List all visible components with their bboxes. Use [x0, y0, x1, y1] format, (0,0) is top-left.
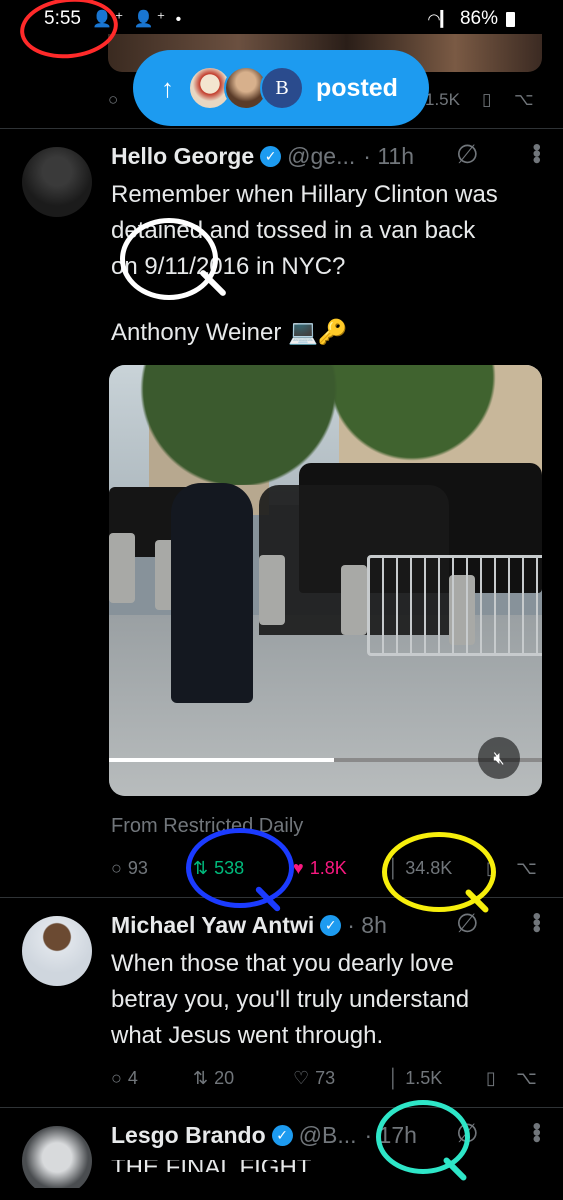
grok-icon[interactable]: ∅: [456, 139, 479, 170]
tweet-line: what Jesus went through.: [111, 1022, 384, 1049]
views-icon: │: [388, 1068, 400, 1088]
annotation-magnifier-cyan: [376, 1100, 470, 1174]
pill-label: posted: [316, 73, 398, 102]
annotation-circle-red: [17, 0, 121, 63]
battery-level: 86%: [459, 8, 498, 29]
video-background: [171, 483, 253, 703]
tweet-header: Michael Yaw Antwi ✓ · 8h: [111, 912, 387, 939]
verified-icon: ✓: [271, 1125, 293, 1146]
tweet-line: Anthony Weiner 💻🔑: [111, 319, 348, 346]
video-progress-fill: [109, 758, 335, 762]
repost-icon: ⇅: [193, 1068, 209, 1088]
avatar[interactable]: [22, 147, 92, 217]
tweet-header: Hello George ✓ @ge... · 11h: [111, 143, 414, 170]
bookmark-icon[interactable]: ▯: [482, 90, 491, 110]
status-right: ◠▎ 86%: [427, 8, 515, 30]
tweet-line: betray you, you'll truly understand: [111, 986, 470, 1013]
annotation-magnifier-white: [120, 218, 218, 300]
verified-icon: ✓: [320, 915, 342, 936]
reply-button[interactable]: ○ 93: [111, 858, 193, 879]
tweet-header: Lesgo Brando ✓ @B... · 17h: [111, 1122, 417, 1149]
tweet-text: When those that you dearly love betray y…: [111, 946, 551, 1054]
wifi-icon: ◠▎: [427, 11, 452, 28]
arrow-up-icon: ↑: [161, 72, 174, 103]
bottom-nav: [0, 1188, 563, 1200]
avatar: B: [260, 66, 304, 110]
video-background: [109, 533, 135, 603]
video-background: [367, 555, 542, 656]
views-count[interactable]: 1.5K: [425, 90, 460, 110]
divider: [0, 128, 563, 129]
share-icon[interactable]: ⌥: [514, 90, 534, 110]
like-count: 73: [315, 1068, 336, 1088]
more-icon[interactable]: •••: [522, 143, 550, 162]
display-name[interactable]: Michael Yaw Antwi: [111, 912, 314, 939]
like-button[interactable]: ♥ 1.8K: [293, 858, 388, 879]
more-icon[interactable]: •••: [522, 1122, 550, 1141]
reply-count: 4: [127, 1068, 138, 1088]
avatar[interactable]: [22, 916, 92, 986]
divider: [0, 1107, 563, 1108]
tweet-line: Remember when Hillary Clinton was: [111, 181, 498, 208]
grok-icon[interactable]: ∅: [456, 908, 479, 939]
video-background: [259, 555, 285, 625]
tweet-text: THE FINAL FIGHT: [111, 1160, 551, 1172]
like-count: 1.8K: [309, 858, 347, 878]
handle[interactable]: @ge...: [287, 143, 355, 170]
more-icon[interactable]: •••: [522, 912, 550, 931]
heart-icon: ♡: [293, 1068, 310, 1088]
media-source[interactable]: From Restricted Daily: [111, 815, 303, 838]
verified-icon: ✓: [260, 146, 282, 167]
heart-icon: ♥: [293, 858, 304, 878]
timestamp[interactable]: · 8h: [347, 912, 387, 939]
mute-icon[interactable]: 🔇︎: [478, 737, 520, 779]
posters-avatars: B: [188, 66, 304, 110]
tweet-line: THE FINAL FIGHT: [111, 1160, 551, 1172]
like-button[interactable]: ♡ 73: [293, 1068, 388, 1089]
tweet-line: When those that you dearly love: [111, 950, 454, 977]
handle[interactable]: @B...: [299, 1122, 357, 1149]
reply-icon: ○: [111, 1068, 122, 1088]
reply-icon: ○: [111, 858, 122, 878]
avatar[interactable]: [22, 1126, 92, 1196]
new-posts-pill[interactable]: ↑ B posted: [133, 50, 429, 126]
annotation-magnifier-blue: [186, 828, 294, 908]
timestamp[interactable]: · 11h: [363, 143, 414, 170]
repost-count: 20: [214, 1068, 235, 1088]
video-background: [341, 565, 367, 635]
tweet-video[interactable]: 🔇︎: [109, 365, 542, 796]
reply-count: 93: [127, 858, 148, 878]
bookmark-icon[interactable]: ▯: [486, 1068, 516, 1089]
view-count: 1.5K: [405, 1068, 443, 1088]
share-icon[interactable]: ⌥: [516, 858, 537, 879]
display-name[interactable]: Lesgo Brando: [111, 1122, 266, 1149]
display-name[interactable]: Hello George: [111, 143, 254, 170]
repost-button[interactable]: ⇅ 20: [193, 1068, 293, 1089]
battery-icon: [506, 11, 515, 27]
reply-icon[interactable]: ○: [108, 90, 118, 110]
views-button[interactable]: │ 1.5K: [388, 1068, 486, 1089]
reply-button[interactable]: ○ 4: [111, 1068, 193, 1089]
tweet-actions: ○ 4 ⇅ 20 ♡ 73 │ 1.5K ▯ ⌥: [111, 1068, 541, 1089]
share-icon[interactable]: ⌥: [516, 1068, 537, 1089]
